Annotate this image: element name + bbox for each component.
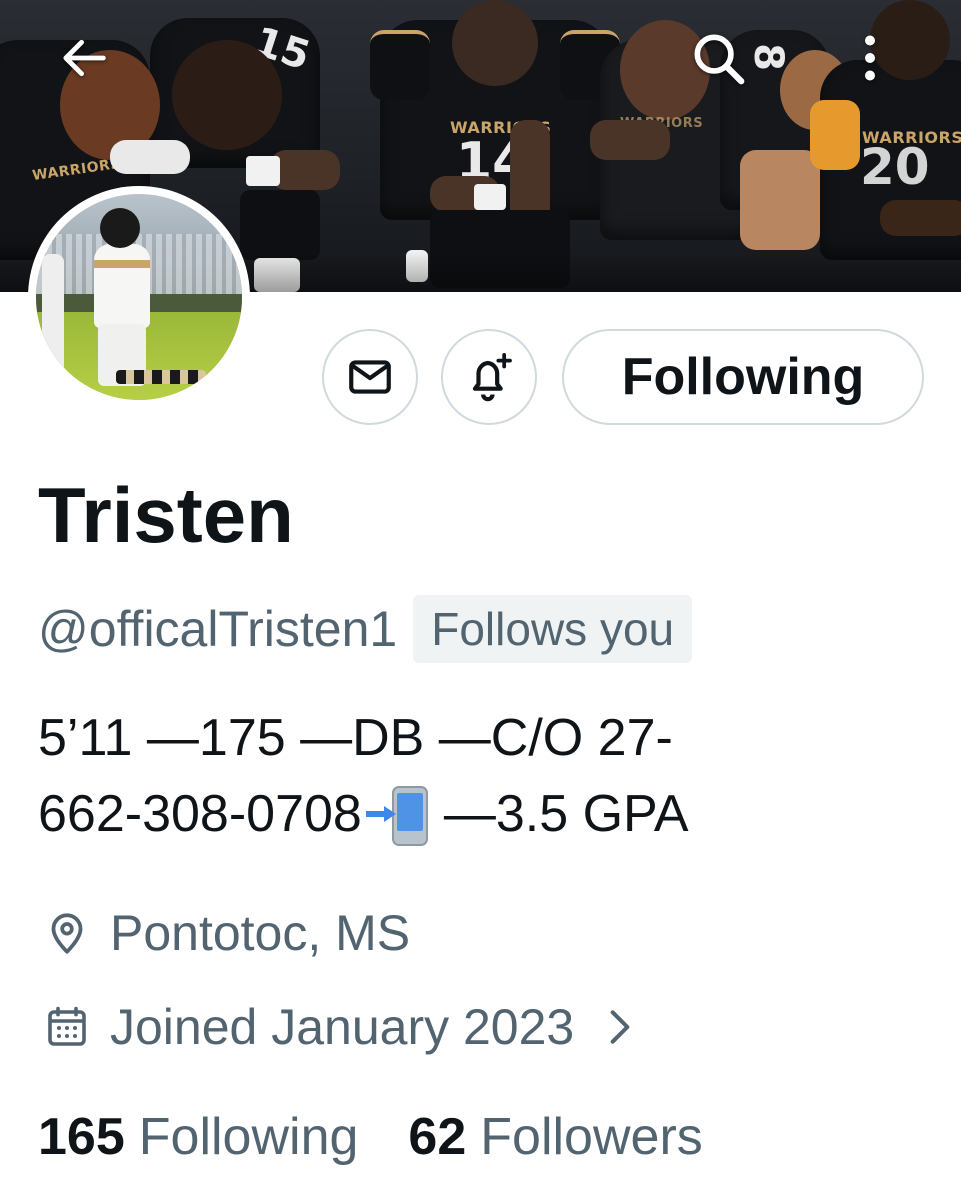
more-options-button[interactable] xyxy=(838,26,902,90)
search-icon xyxy=(694,34,745,85)
location-row: Pontotoc, MS xyxy=(38,898,410,968)
profile-bio: 5’11 —175 —DB —C/O 27- 662-308-0708 —3.5… xyxy=(38,700,938,852)
calendar-icon xyxy=(38,998,96,1056)
profile-name: Tristen xyxy=(38,471,294,559)
back-button[interactable] xyxy=(52,26,116,90)
mobile-phone-arrow-emoji xyxy=(364,784,430,846)
search-button[interactable] xyxy=(686,26,750,90)
following-button[interactable]: Following xyxy=(562,329,924,425)
bio-gpa: —3.5 GPA xyxy=(443,785,689,843)
profile-handle: @officalTristen1 xyxy=(38,601,398,657)
handle-row: @officalTristen1 Follows you xyxy=(38,594,693,664)
arrow-left-icon xyxy=(63,39,106,77)
message-button[interactable] xyxy=(322,329,418,425)
followers-count: 62 xyxy=(408,1108,467,1166)
followers-stat[interactable]: 62 Followers xyxy=(408,1107,702,1167)
bio-line: 662-308-0708 —3.5 GPA xyxy=(38,776,938,852)
joined-text: Joined January 2023 xyxy=(110,999,575,1055)
chevron-right-icon xyxy=(602,1005,638,1049)
joined-row[interactable]: Joined January 2023 xyxy=(38,992,638,1062)
profile-page: 15 WARRIORS WARRIORS 14 8 WARRIORS 20 Fo… xyxy=(0,0,961,1200)
followers-label: Followers xyxy=(480,1108,703,1166)
following-stat[interactable]: 165 Following xyxy=(38,1107,358,1167)
avatar[interactable] xyxy=(28,186,250,408)
banner-jersey-number: 8 xyxy=(744,43,791,71)
bio-phone-number[interactable]: 662-308-0708 xyxy=(38,776,362,852)
location-text: Pontotoc, MS xyxy=(110,905,411,961)
more-vertical-icon xyxy=(865,35,875,81)
banner-jersey-number: 20 xyxy=(860,138,930,196)
following-count: 165 xyxy=(38,1108,125,1166)
envelope-icon xyxy=(349,360,391,394)
location-pin-icon xyxy=(38,904,96,962)
notifications-button[interactable] xyxy=(441,329,537,425)
stats-row: 165 Following 62 Followers xyxy=(38,1102,753,1172)
following-label: Following xyxy=(138,1108,359,1166)
bell-plus-icon xyxy=(472,352,512,402)
avatar-image xyxy=(36,194,242,400)
follows-you-badge: Follows you xyxy=(413,595,693,663)
bio-line: 5’11 —175 —DB —C/O 27- xyxy=(38,709,673,767)
